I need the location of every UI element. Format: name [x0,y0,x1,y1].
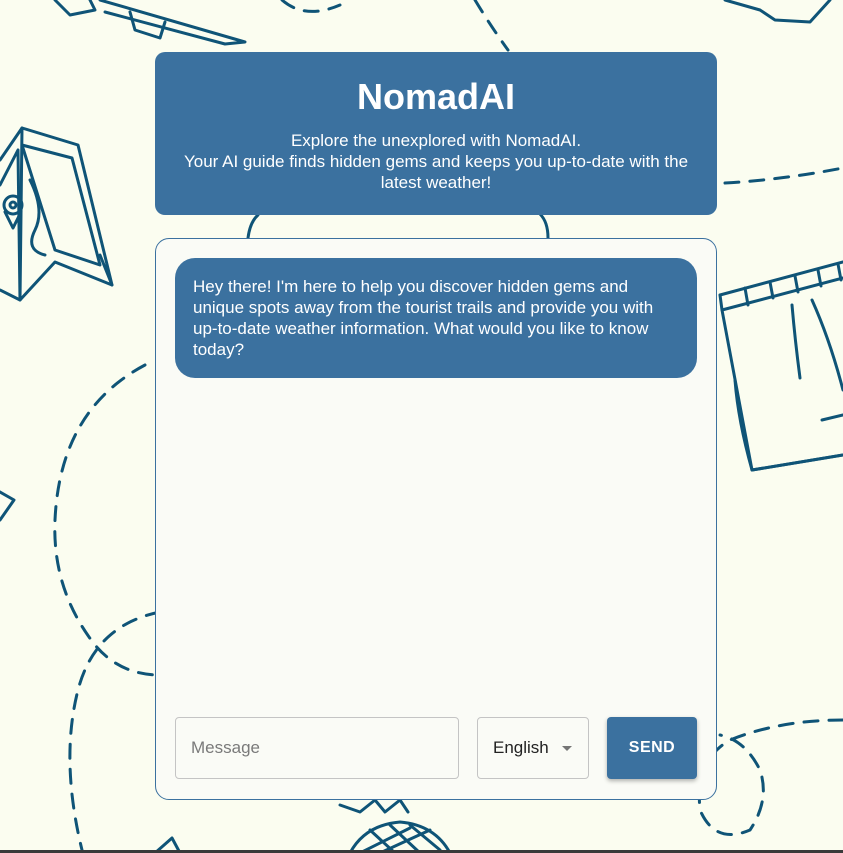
message-input[interactable] [176,718,458,778]
subtitle-line-1: Explore the unexplored with NomadAI. [290,131,582,150]
message-composer: English SEND [175,717,697,781]
app-subtitle: Explore the unexplored with NomadAI. You… [155,130,717,193]
subtitle-line-2: Your AI guide finds hidden gems and keep… [183,152,689,192]
app-title: NomadAI [356,76,515,117]
caret-down-icon [562,746,572,751]
app-background: NomadAI Explore the unexplored with Noma… [0,0,843,853]
assistant-message-bubble: Hey there! I'm here to help you discover… [175,258,697,378]
app-header: NomadAI Explore the unexplored with Noma… [155,52,717,215]
send-button[interactable]: SEND [607,717,697,779]
chat-panel: Hey there! I'm here to help you discover… [155,238,717,800]
language-selected-value: English [493,738,549,757]
language-select[interactable]: English [477,717,589,779]
message-field[interactable] [175,717,459,779]
